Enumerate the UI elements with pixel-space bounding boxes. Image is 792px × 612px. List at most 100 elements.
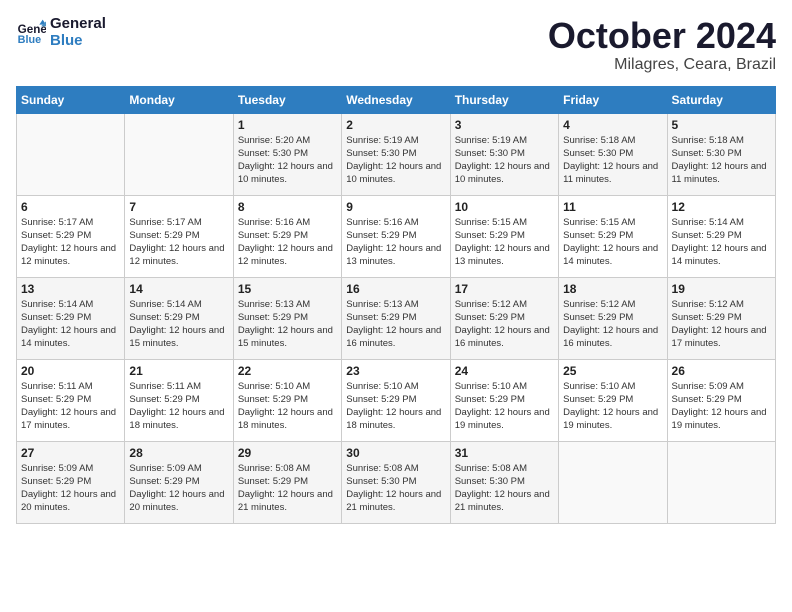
calendar-cell (667, 441, 775, 523)
day-number: 3 (455, 118, 554, 132)
calendar-cell: 5 Sunrise: 5:18 AMSunset: 5:30 PMDaylight… (667, 113, 775, 195)
calendar-cell (125, 113, 233, 195)
calendar-cell: 13 Sunrise: 5:14 AMSunset: 5:29 PMDayligh… (17, 277, 125, 359)
month-title: October 2024 (548, 16, 776, 56)
day-number: 25 (563, 364, 662, 378)
day-info: Sunrise: 5:08 AMSunset: 5:30 PMDaylight:… (455, 462, 554, 515)
day-info: Sunrise: 5:12 AMSunset: 5:29 PMDaylight:… (563, 298, 662, 351)
day-info: Sunrise: 5:09 AMSunset: 5:29 PMDaylight:… (129, 462, 228, 515)
day-info: Sunrise: 5:19 AMSunset: 5:30 PMDaylight:… (455, 134, 554, 187)
calendar-cell: 27 Sunrise: 5:09 AMSunset: 5:29 PMDayligh… (17, 441, 125, 523)
calendar-cell (17, 113, 125, 195)
calendar-cell: 15Sunrise: 5:13 AMSunset: 5:29 PMDayligh… (233, 277, 341, 359)
day-number: 9 (346, 200, 445, 214)
day-number: 5 (672, 118, 771, 132)
calendar-cell: 1 Sunrise: 5:20 AMSunset: 5:30 PMDaylight… (233, 113, 341, 195)
calendar-cell: 23Sunrise: 5:10 AMSunset: 5:29 PMDayligh… (342, 359, 450, 441)
day-info: Sunrise: 5:16 AMSunset: 5:29 PMDaylight:… (238, 216, 337, 269)
calendar-cell: 7 Sunrise: 5:17 AMSunset: 5:29 PMDaylight… (125, 195, 233, 277)
logo-text-line2: Blue (50, 33, 106, 50)
calendar-cell: 29Sunrise: 5:08 AMSunset: 5:29 PMDayligh… (233, 441, 341, 523)
day-number: 4 (563, 118, 662, 132)
weekday-header: Friday (559, 86, 667, 113)
day-number: 31 (455, 446, 554, 460)
day-number: 22 (238, 364, 337, 378)
calendar-week-row: 13 Sunrise: 5:14 AMSunset: 5:29 PMDayligh… (17, 277, 776, 359)
day-number: 8 (238, 200, 337, 214)
calendar-cell: 28 Sunrise: 5:09 AMSunset: 5:29 PMDayligh… (125, 441, 233, 523)
day-info: Sunrise: 5:12 AMSunset: 5:29 PMDaylight:… (672, 298, 771, 351)
calendar-week-row: 20 Sunrise: 5:11 AMSunset: 5:29 PMDayligh… (17, 359, 776, 441)
day-number: 17 (455, 282, 554, 296)
day-number: 20 (21, 364, 120, 378)
day-info: Sunrise: 5:10 AMSunset: 5:29 PMDaylight:… (455, 380, 554, 433)
calendar-cell: 26 Sunrise: 5:09 AMSunset: 5:29 PMDayligh… (667, 359, 775, 441)
day-info: Sunrise: 5:13 AMSunset: 5:29 PMDaylight:… (238, 298, 337, 351)
day-info: Sunrise: 5:13 AMSunset: 5:29 PMDaylight:… (346, 298, 445, 351)
weekday-header: Tuesday (233, 86, 341, 113)
calendar-week-row: 6 Sunrise: 5:17 AMSunset: 5:29 PMDaylight… (17, 195, 776, 277)
calendar-cell: 30 Sunrise: 5:08 AMSunset: 5:30 PMDayligh… (342, 441, 450, 523)
day-info: Sunrise: 5:11 AMSunset: 5:29 PMDaylight:… (21, 380, 120, 433)
day-number: 27 (21, 446, 120, 460)
weekday-header: Thursday (450, 86, 558, 113)
day-info: Sunrise: 5:10 AMSunset: 5:29 PMDaylight:… (563, 380, 662, 433)
calendar-week-row: 1 Sunrise: 5:20 AMSunset: 5:30 PMDaylight… (17, 113, 776, 195)
day-number: 26 (672, 364, 771, 378)
calendar-table: SundayMondayTuesdayWednesdayThursdayFrid… (16, 86, 776, 524)
logo-icon: General Blue (16, 18, 46, 48)
logo: General Blue General Blue (16, 16, 106, 49)
day-number: 14 (129, 282, 228, 296)
day-info: Sunrise: 5:14 AMSunset: 5:29 PMDaylight:… (21, 298, 120, 351)
day-number: 18 (563, 282, 662, 296)
calendar-cell: 19Sunrise: 5:12 AMSunset: 5:29 PMDayligh… (667, 277, 775, 359)
calendar-cell: 25 Sunrise: 5:10 AMSunset: 5:29 PMDayligh… (559, 359, 667, 441)
day-info: Sunrise: 5:20 AMSunset: 5:30 PMDaylight:… (238, 134, 337, 187)
weekday-header: Wednesday (342, 86, 450, 113)
calendar-cell: 2Sunrise: 5:19 AMSunset: 5:30 PMDaylight… (342, 113, 450, 195)
calendar-cell: 31 Sunrise: 5:08 AMSunset: 5:30 PMDayligh… (450, 441, 558, 523)
calendar-cell: 3 Sunrise: 5:19 AMSunset: 5:30 PMDaylight… (450, 113, 558, 195)
day-number: 1 (238, 118, 337, 132)
calendar-cell: 20 Sunrise: 5:11 AMSunset: 5:29 PMDayligh… (17, 359, 125, 441)
day-number: 13 (21, 282, 120, 296)
day-info: Sunrise: 5:09 AMSunset: 5:29 PMDaylight:… (21, 462, 120, 515)
day-info: Sunrise: 5:18 AMSunset: 5:30 PMDaylight:… (672, 134, 771, 187)
day-info: Sunrise: 5:19 AMSunset: 5:30 PMDaylight:… (346, 134, 445, 187)
day-number: 12 (672, 200, 771, 214)
calendar-body: 1 Sunrise: 5:20 AMSunset: 5:30 PMDaylight… (17, 113, 776, 523)
calendar-cell: 10 Sunrise: 5:15 AMSunset: 5:29 PMDayligh… (450, 195, 558, 277)
day-info: Sunrise: 5:15 AMSunset: 5:29 PMDaylight:… (455, 216, 554, 269)
calendar-cell: 8 Sunrise: 5:16 AMSunset: 5:29 PMDaylight… (233, 195, 341, 277)
day-number: 30 (346, 446, 445, 460)
weekday-header: Sunday (17, 86, 125, 113)
day-info: Sunrise: 5:17 AMSunset: 5:29 PMDaylight:… (129, 216, 228, 269)
day-number: 28 (129, 446, 228, 460)
calendar-cell: 12 Sunrise: 5:14 AMSunset: 5:29 PMDayligh… (667, 195, 775, 277)
day-number: 11 (563, 200, 662, 214)
title-block: October 2024 Milagres, Ceara, Brazil (548, 16, 776, 74)
day-info: Sunrise: 5:09 AMSunset: 5:29 PMDaylight:… (672, 380, 771, 433)
day-info: Sunrise: 5:10 AMSunset: 5:29 PMDaylight:… (346, 380, 445, 433)
day-number: 7 (129, 200, 228, 214)
calendar-cell: 17Sunrise: 5:12 AMSunset: 5:29 PMDayligh… (450, 277, 558, 359)
day-number: 24 (455, 364, 554, 378)
calendar-cell: 11Sunrise: 5:15 AMSunset: 5:29 PMDayligh… (559, 195, 667, 277)
day-info: Sunrise: 5:17 AMSunset: 5:29 PMDaylight:… (21, 216, 120, 269)
day-info: Sunrise: 5:14 AMSunset: 5:29 PMDaylight:… (129, 298, 228, 351)
day-info: Sunrise: 5:14 AMSunset: 5:29 PMDaylight:… (672, 216, 771, 269)
weekday-header: Monday (125, 86, 233, 113)
day-info: Sunrise: 5:08 AMSunset: 5:29 PMDaylight:… (238, 462, 337, 515)
calendar-cell: 14 Sunrise: 5:14 AMSunset: 5:29 PMDayligh… (125, 277, 233, 359)
calendar-cell: 16 Sunrise: 5:13 AMSunset: 5:29 PMDayligh… (342, 277, 450, 359)
calendar-cell: 4Sunrise: 5:18 AMSunset: 5:30 PMDaylight… (559, 113, 667, 195)
calendar-cell: 24 Sunrise: 5:10 AMSunset: 5:29 PMDayligh… (450, 359, 558, 441)
day-info: Sunrise: 5:08 AMSunset: 5:30 PMDaylight:… (346, 462, 445, 515)
day-info: Sunrise: 5:11 AMSunset: 5:29 PMDaylight:… (129, 380, 228, 433)
calendar-cell (559, 441, 667, 523)
calendar-cell: 6 Sunrise: 5:17 AMSunset: 5:29 PMDaylight… (17, 195, 125, 277)
day-number: 6 (21, 200, 120, 214)
day-number: 10 (455, 200, 554, 214)
day-number: 16 (346, 282, 445, 296)
svg-text:Blue: Blue (18, 34, 41, 46)
